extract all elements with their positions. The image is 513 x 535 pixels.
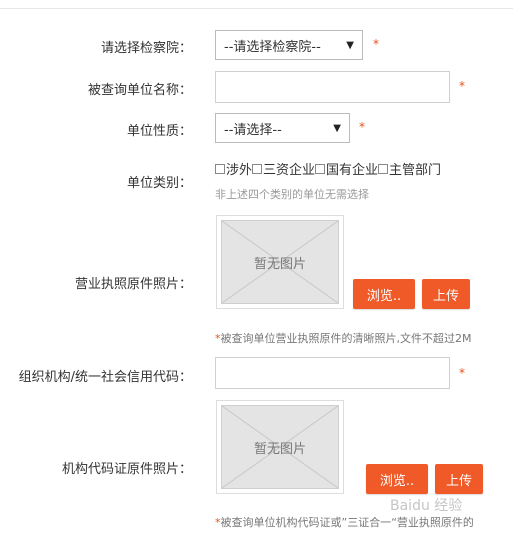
license-photo-note-text: 被查询单位营业执照原件的清晰照片,文件不超过2M (220, 332, 472, 345)
unit-category-hint: 非上述四个类别的单位无需选择 (215, 188, 369, 201)
credit-code-label: 组织机构/统一社会信用代码： (18, 370, 192, 385)
required-mark: * (459, 79, 465, 93)
required-mark: * (359, 120, 365, 134)
procuratorate-selected: --请选择检察院-- (224, 39, 321, 55)
credit-code-input[interactable] (215, 357, 450, 389)
required-mark: * (373, 37, 379, 51)
checkbox-state-owned[interactable] (315, 163, 326, 174)
unit-category-checkboxes: 涉外 三资企业 国有企业 主管部门 (215, 159, 441, 178)
license-photo-preview: 暂无图片 (216, 215, 344, 309)
license-photo-label: 营业执照原件照片： (74, 277, 192, 292)
procuratorate-select[interactable]: --请选择检察院-- ▼ (215, 30, 363, 60)
top-divider (0, 8, 513, 9)
license-browse-button[interactable]: 浏览.. (353, 279, 415, 309)
checkbox-authority[interactable] (378, 163, 389, 174)
org-code-photo-label: 机构代码证原件照片： (61, 462, 192, 477)
checkbox-label: 国有企业 (326, 163, 379, 178)
license-photo-note: *被查询单位营业执照原件的清晰照片,文件不超过2M (215, 330, 471, 346)
checkbox-label: 主管部门 (389, 163, 442, 178)
org-code-photo-note: *被查询单位机构代码证或”三证合一“营业执照原件的 (215, 514, 474, 530)
unit-name-label: 被查询单位名称： (87, 83, 192, 98)
no-image-text: 暂无图片 (253, 256, 306, 272)
triangle-down-icon: ▼ (346, 39, 354, 51)
unit-nature-selected: --请选择-- (224, 122, 282, 138)
org-code-browse-button[interactable]: 浏览.. (366, 464, 428, 494)
no-image-text: 暂无图片 (253, 441, 306, 457)
checkbox-foreign[interactable] (215, 163, 225, 174)
triangle-down-icon: ▼ (333, 122, 341, 134)
watermark: Baidu 经验 (390, 498, 463, 514)
unit-category-label: 单位类别： (126, 176, 192, 191)
required-mark: * (459, 366, 465, 380)
unit-nature-label: 单位性质： (126, 124, 192, 139)
procuratorate-label: 请选择检察院： (100, 41, 192, 56)
checkbox-label: 三资企业 (263, 163, 316, 178)
checkbox-three-capital[interactable] (252, 163, 263, 174)
checkbox-label: 涉外 (226, 163, 253, 178)
unit-name-input[interactable] (215, 71, 450, 103)
image-placeholder-icon: 暂无图片 (221, 220, 339, 304)
org-code-photo-preview: 暂无图片 (216, 400, 344, 494)
image-placeholder-icon: 暂无图片 (221, 405, 339, 489)
license-upload-button[interactable]: 上传 (422, 279, 470, 309)
org-code-photo-note-text: 被查询单位机构代码证或”三证合一“营业执照原件的 (220, 516, 474, 529)
unit-nature-select[interactable]: --请选择-- ▼ (215, 113, 350, 143)
org-code-upload-button[interactable]: 上传 (435, 464, 483, 494)
